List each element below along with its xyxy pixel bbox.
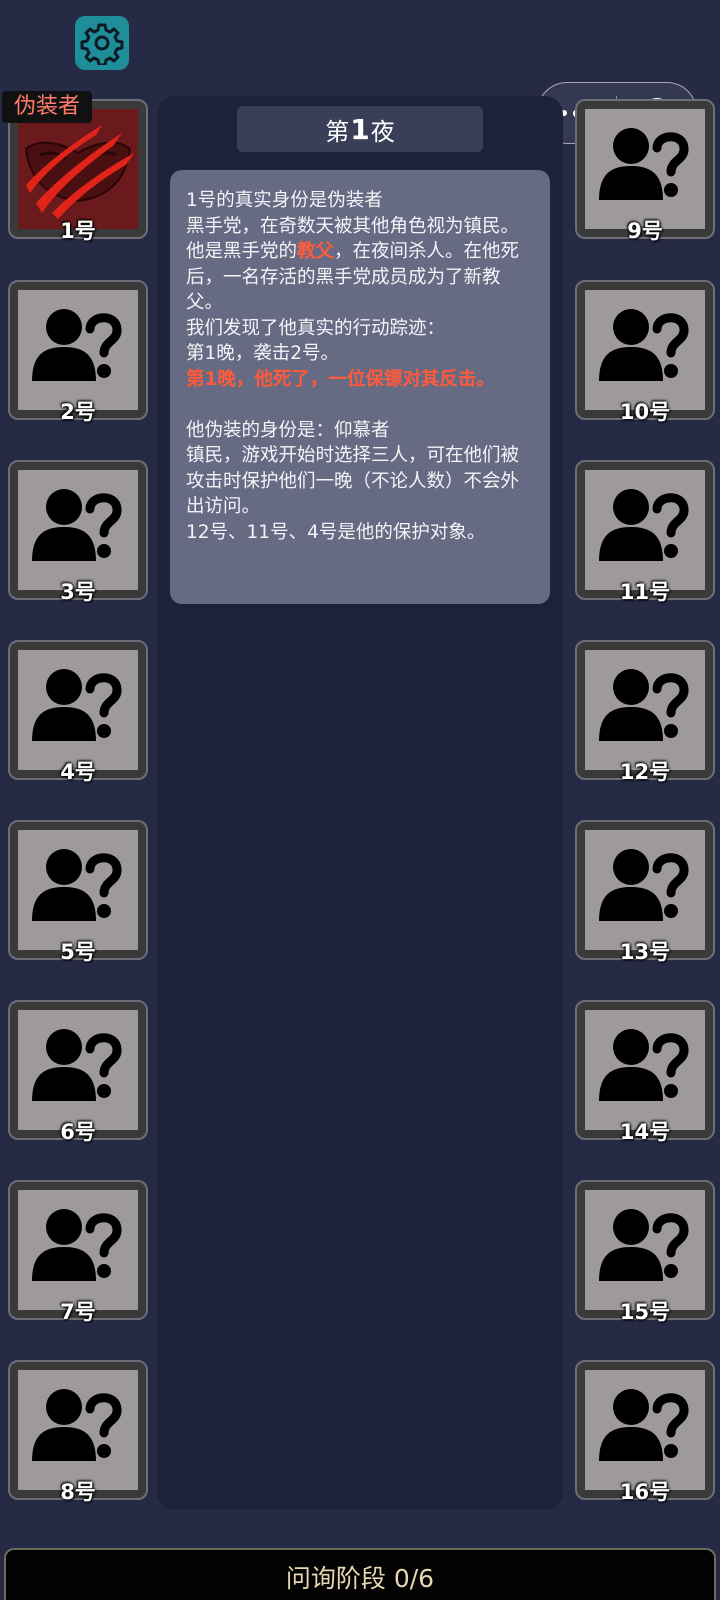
unknown-person-icon bbox=[597, 126, 693, 202]
player-number: 9号 bbox=[627, 219, 663, 243]
player-number: 2号 bbox=[60, 400, 96, 424]
player-portrait bbox=[18, 1010, 138, 1130]
player-portrait bbox=[585, 830, 705, 950]
player-slot-14[interactable]: 14号 bbox=[575, 1000, 715, 1144]
info-line: 12号、11号、4号是他的保护对象。 bbox=[186, 521, 486, 543]
info-message-box: 1号的真实身份是伪装者 黑手党，在奇数天被其他角色视为镇民。 他是黑手党的教父，… bbox=[170, 170, 550, 604]
night-title: 第1夜 bbox=[237, 106, 483, 152]
night-prefix: 第 bbox=[325, 117, 350, 146]
unknown-person-icon bbox=[30, 1027, 126, 1103]
phase-status-bar: 问询阶段 0/6 bbox=[4, 1548, 716, 1600]
player-portrait bbox=[585, 650, 705, 770]
player-portrait bbox=[585, 290, 705, 410]
player-number: 12号 bbox=[619, 760, 671, 784]
player-slot-5[interactable]: 5号 bbox=[8, 820, 148, 964]
player-number: 8号 bbox=[60, 1480, 96, 1504]
unknown-person-icon bbox=[30, 487, 126, 563]
player-slot-11[interactable]: 11号 bbox=[575, 460, 715, 604]
info-line: 镇民，游戏开始时选择三人，可在他们被攻击时保护他们一晚（不论人数）不会外出访问。 bbox=[186, 445, 520, 517]
highlight-role: 教父 bbox=[297, 241, 335, 262]
unknown-person-icon bbox=[597, 487, 693, 563]
unknown-person-icon bbox=[30, 667, 126, 743]
player-slot-3[interactable]: 3号 bbox=[8, 460, 148, 604]
player-portrait bbox=[18, 830, 138, 950]
player-number: 6号 bbox=[60, 1120, 96, 1144]
player-slot-9[interactable]: 9号 bbox=[575, 99, 715, 243]
player-slot-6[interactable]: 6号 bbox=[8, 1000, 148, 1144]
info-line: 他是黑手党的教父，在夜间杀人。在他死后，一名存活的黑手党成员成为了新教父。 bbox=[186, 239, 534, 316]
role-tag: 伪装者 bbox=[2, 91, 93, 123]
night-suffix: 夜 bbox=[370, 117, 395, 146]
player-number: 1号 bbox=[60, 219, 96, 243]
player-slot-8[interactable]: 8号 bbox=[8, 1360, 148, 1504]
player-slot-2[interactable]: 2号 bbox=[8, 280, 148, 424]
unknown-person-icon bbox=[30, 307, 126, 383]
player-slot-12[interactable]: 12号 bbox=[575, 640, 715, 784]
player-portrait bbox=[18, 650, 138, 770]
settings-button[interactable] bbox=[75, 16, 129, 70]
player-portrait bbox=[585, 470, 705, 590]
info-line: 黑手党，在奇数天被其他角色视为镇民。 bbox=[186, 215, 520, 237]
player-number: 10号 bbox=[619, 400, 671, 424]
player-number: 7号 bbox=[60, 1300, 96, 1324]
unknown-person-icon bbox=[30, 847, 126, 923]
player-portrait bbox=[18, 470, 138, 590]
player-portrait bbox=[18, 1370, 138, 1490]
player-slot-13[interactable]: 13号 bbox=[575, 820, 715, 964]
unknown-person-icon bbox=[597, 667, 693, 743]
gear-icon bbox=[80, 23, 124, 65]
player-number: 15号 bbox=[619, 1300, 671, 1324]
info-line: 第1晚，袭击2号。 bbox=[186, 343, 340, 364]
info-highlight-line: 第1晚，他死了，一位保镖对其反击。 bbox=[186, 368, 495, 390]
player-slot-4[interactable]: 4号 bbox=[8, 640, 148, 784]
player-number: 13号 bbox=[619, 940, 671, 964]
unknown-person-icon bbox=[597, 1027, 693, 1103]
player-slot-15[interactable]: 15号 bbox=[575, 1180, 715, 1324]
unknown-person-icon bbox=[597, 1207, 693, 1283]
player-portrait bbox=[18, 109, 138, 229]
info-line: 他伪装的身份是：仰慕者 bbox=[186, 419, 390, 441]
player-number: 16号 bbox=[619, 1480, 671, 1504]
player-number: 3号 bbox=[60, 580, 96, 604]
player-number: 14号 bbox=[619, 1120, 671, 1144]
player-portrait bbox=[585, 1370, 705, 1490]
game-screen: 第1夜 1号的真实身份是伪装者 黑手党，在奇数天被其他角色视为镇民。 他是黑手党… bbox=[0, 0, 720, 1600]
player-portrait bbox=[585, 1010, 705, 1130]
player-number: 4号 bbox=[60, 760, 96, 784]
unknown-person-icon bbox=[597, 1387, 693, 1463]
player-slot-16[interactable]: 16号 bbox=[575, 1360, 715, 1504]
claw-mask-icon bbox=[24, 125, 134, 219]
player-portrait bbox=[18, 1190, 138, 1310]
player-slot-7[interactable]: 7号 bbox=[8, 1180, 148, 1324]
player-number: 11号 bbox=[619, 580, 671, 604]
unknown-person-icon bbox=[597, 307, 693, 383]
info-text: 他是黑手党的 bbox=[186, 241, 298, 262]
info-line: 我们发现了他真实的行动踪迹： bbox=[186, 317, 446, 339]
player-slot-10[interactable]: 10号 bbox=[575, 280, 715, 424]
player-number: 5号 bbox=[60, 940, 96, 964]
unknown-person-icon bbox=[597, 847, 693, 923]
player-portrait bbox=[585, 109, 705, 229]
night-number: 1 bbox=[350, 112, 370, 146]
info-line: 1号的真实身份是伪装者 bbox=[186, 190, 383, 211]
player-portrait bbox=[585, 1190, 705, 1310]
player-portrait bbox=[18, 290, 138, 410]
unknown-person-icon bbox=[30, 1387, 126, 1463]
phase-label: 问询阶段 0/6 bbox=[285, 1564, 435, 1593]
unknown-person-icon bbox=[30, 1207, 126, 1283]
